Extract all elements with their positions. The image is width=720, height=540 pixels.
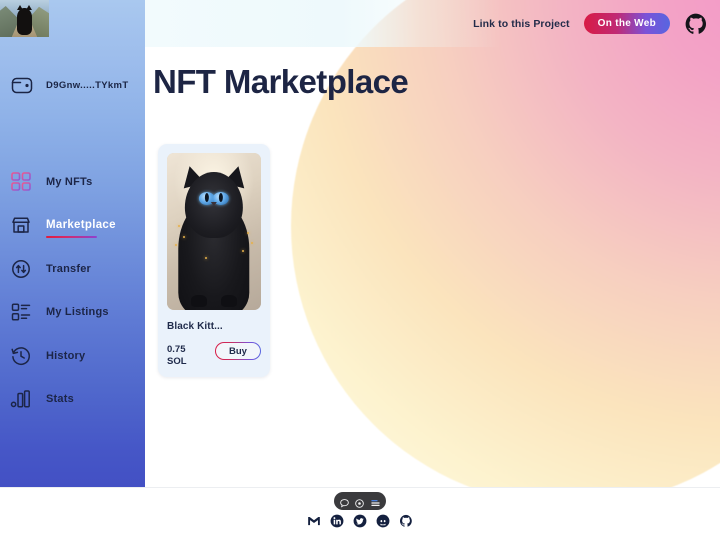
- thumbnail-cat: [17, 5, 32, 35]
- twitter-icon[interactable]: [353, 514, 367, 528]
- nft-price-amount: 0.75: [167, 344, 186, 355]
- link-to-project[interactable]: Link to this Project: [473, 18, 570, 30]
- chat-bubble-icon[interactable]: [339, 496, 350, 508]
- on-the-web-button[interactable]: On the Web: [583, 13, 670, 34]
- sidebar-item-marketplace[interactable]: Marketplace: [0, 204, 145, 248]
- sidebar-item-my-listings[interactable]: My Listings: [0, 291, 145, 335]
- linkedin-icon[interactable]: [330, 514, 344, 528]
- sidebar-item-my-nfts[interactable]: My NFTs: [0, 160, 145, 204]
- clock-icon: [10, 345, 32, 367]
- wallet-icon: [10, 73, 34, 97]
- top-bar: Link to this Project On the Web: [473, 0, 720, 47]
- transfer-icon: [10, 258, 32, 280]
- sidebar-item-history[interactable]: History: [0, 334, 145, 378]
- discord-icon[interactable]: [376, 514, 390, 528]
- sidebar: D9Gnw.....TYkmT My NFTs Marketplace Tran…: [0, 0, 145, 487]
- bottom-bar: [0, 487, 720, 540]
- nft-cat-nose: [210, 202, 217, 207]
- grid-icon: [10, 171, 32, 193]
- nft-price-currency: SOL: [167, 355, 187, 367]
- store-icon: [10, 214, 32, 236]
- active-indicator: [46, 235, 97, 238]
- nft-sparkle: [246, 231, 249, 234]
- buy-button[interactable]: Buy: [215, 342, 261, 360]
- eye-target-icon[interactable]: [354, 496, 365, 508]
- profile-thumbnail[interactable]: [0, 0, 49, 37]
- github-icon[interactable]: [684, 12, 708, 36]
- nft-cat-head: [184, 171, 244, 238]
- sidebar-nav: My NFTs Marketplace Transfer My Listings…: [0, 160, 145, 421]
- nft-cat-paw-left: [191, 294, 208, 307]
- nft-name: Black Kitt...: [167, 321, 223, 332]
- nft-price: 0.75 SOL: [167, 344, 187, 367]
- main-content: Link to this Project On the Web NFT Mark…: [145, 0, 720, 487]
- sidebar-item-label: My Listings: [46, 306, 109, 319]
- chart-icon: [10, 388, 32, 410]
- github-icon[interactable]: [399, 514, 413, 528]
- nft-sparkle: [204, 256, 207, 259]
- sidebar-item-stats[interactable]: Stats: [0, 378, 145, 422]
- nft-marketplace-app: D9Gnw.....TYkmT My NFTs Marketplace Tran…: [0, 0, 720, 540]
- social-links: [307, 514, 413, 528]
- sidebar-item-label: My NFTs: [46, 175, 93, 188]
- list-lines-icon[interactable]: [370, 496, 381, 507]
- page-title: NFT Marketplace: [153, 63, 409, 100]
- sidebar-item-label: Marketplace: [46, 219, 116, 232]
- nft-card[interactable]: Black Kitt... 0.75 SOL Buy: [158, 144, 270, 377]
- sidebar-item-label: Transfer: [46, 262, 92, 275]
- wallet-display[interactable]: D9Gnw.....TYkmT: [0, 64, 145, 106]
- sidebar-item-transfer[interactable]: Transfer: [0, 247, 145, 291]
- nft-image: [167, 153, 261, 310]
- sidebar-item-label: History: [46, 349, 86, 362]
- nft-cat-paw-right: [220, 294, 237, 307]
- sidebar-item-label: Stats: [46, 393, 74, 406]
- list-icon: [10, 301, 32, 323]
- gmail-icon[interactable]: [307, 514, 321, 528]
- floating-toolbar: [334, 492, 386, 510]
- buy-button-label: Buy: [216, 343, 260, 359]
- wallet-address: D9Gnw.....TYkmT: [46, 79, 129, 91]
